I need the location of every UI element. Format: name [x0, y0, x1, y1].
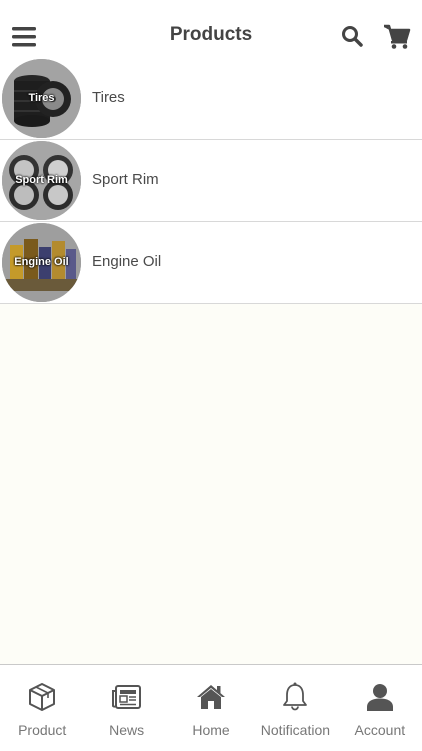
bottom-tab-bar: Product News Home Notification Account	[0, 664, 422, 751]
tab-account[interactable]: Account	[338, 665, 422, 751]
tab-news[interactable]: News	[84, 665, 168, 751]
tab-home[interactable]: Home	[169, 665, 253, 751]
tab-label: Notification	[260, 722, 331, 738]
tab-label: Home	[192, 722, 230, 738]
tab-label: News	[109, 722, 145, 738]
sport-rim-thumbnail-label: Sport Rim	[15, 174, 68, 186]
tab-notification[interactable]: Notification	[253, 665, 337, 751]
home-icon	[197, 685, 226, 709]
bell-icon	[283, 682, 308, 711]
list-item-label: Engine Oil	[92, 253, 162, 270]
newspaper-icon	[111, 685, 141, 709]
list-item-tires[interactable]: Tires Tires	[0, 58, 422, 140]
shopping-cart-icon	[384, 24, 411, 49]
list-item-label: Sport Rim	[92, 171, 159, 188]
app-header: Products	[0, 0, 422, 59]
sport-rim-thumbnail: Sport Rim	[2, 141, 81, 220]
engine-oil-thumbnail-label: Engine Oil	[14, 256, 69, 268]
tab-label: Account	[354, 722, 406, 738]
list-item-label: Tires	[92, 89, 125, 106]
tab-label: Product	[18, 722, 67, 738]
user-icon	[366, 684, 393, 711]
search-button[interactable]	[340, 24, 364, 48]
tab-product[interactable]: Product	[0, 665, 84, 751]
engine-oil-thumbnail: Engine Oil	[2, 223, 81, 302]
cart-button[interactable]	[382, 24, 412, 50]
product-category-list: Tires Tires Sport Rim Sport Rim Engine O…	[0, 58, 422, 304]
box-icon	[29, 683, 56, 711]
tires-thumbnail-label: Tires	[28, 92, 55, 104]
list-item-engine-oil[interactable]: Engine Oil Engine Oil	[0, 222, 422, 304]
search-icon	[342, 26, 363, 47]
tires-thumbnail: Tires	[2, 59, 81, 138]
list-item-sport-rim[interactable]: Sport Rim Sport Rim	[0, 140, 422, 222]
